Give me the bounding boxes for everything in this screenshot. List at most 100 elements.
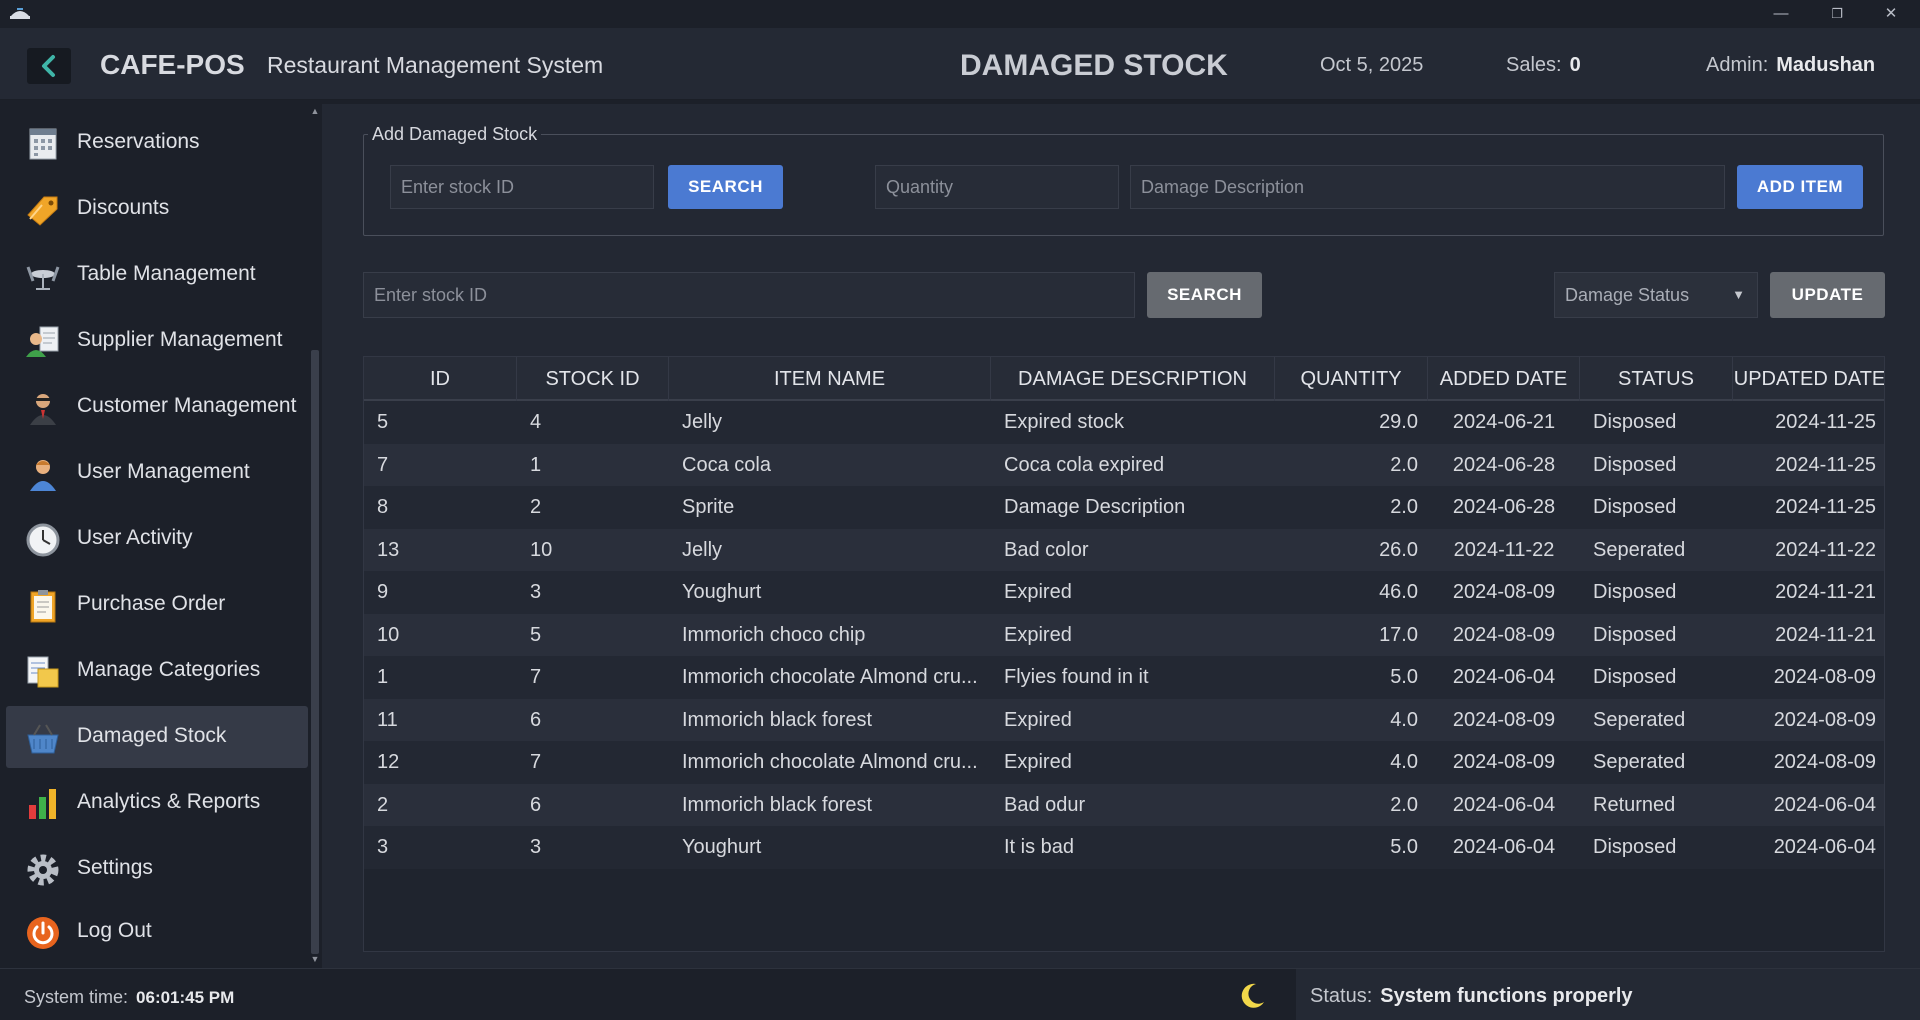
cell-id: 10: [377, 623, 400, 646]
update-stock-id-input[interactable]: [363, 272, 1135, 318]
sidebar-item-customer-management[interactable]: Customer Management: [6, 376, 308, 438]
sidebar-item-discounts[interactable]: Discounts: [6, 178, 308, 240]
moon-icon[interactable]: [1237, 981, 1267, 1011]
cell-damage-description: Expired: [1004, 623, 1072, 646]
sidebar-item-label: Manage Categories: [77, 658, 261, 681]
sidebar-item-label: Damaged Stock: [77, 724, 227, 747]
cell-updated-date: 2024-08-09: [1773, 666, 1876, 688]
restore-button[interactable]: ❐: [1814, 0, 1860, 28]
update-search-button[interactable]: SEARCH: [1147, 272, 1262, 318]
table-row[interactable]: 9 3 Youghurt Expired 46.0 2024-08-09 Disposed 2…: [364, 571, 1884, 614]
sidebar-scrollbar[interactable]: ▲ ▼: [310, 104, 320, 968]
column-header-stock-id[interactable]: STOCK ID: [517, 357, 669, 401]
cell-item-name: Immorich chocolate Almond cru...: [682, 666, 978, 688]
sidebar-item-analytics-reports[interactable]: Analytics & Reports: [6, 772, 308, 834]
column-header-quantity[interactable]: QUANTITY: [1275, 357, 1428, 401]
cell-quantity: 17.0: [1379, 623, 1418, 646]
column-header-id[interactable]: ID: [364, 357, 517, 401]
cell-quantity: 4.0: [1390, 708, 1418, 731]
close-button[interactable]: ✕: [1868, 0, 1914, 28]
scroll-down-icon[interactable]: ▼: [310, 954, 320, 966]
cell-stock-id: 4: [530, 411, 542, 433]
sidebar-item-supplier-management[interactable]: Supplier Management: [6, 310, 308, 372]
cell-status: Seperated: [1593, 708, 1686, 731]
sidebar-item-label: Supplier Management: [77, 328, 283, 351]
column-header-status[interactable]: STATUS: [1580, 357, 1733, 401]
sidebar-item-user-management[interactable]: User Management: [6, 442, 308, 504]
header-date: Oct 5, 2025: [1320, 54, 1424, 76]
system-time-value: 06:01:45 PM: [136, 988, 235, 1007]
damage-status-select[interactable]: Damage Status ▼: [1554, 272, 1758, 318]
quantity-input[interactable]: [875, 165, 1119, 209]
cell-updated-date: 2024-06-04: [1773, 793, 1876, 816]
cell-updated-date: 2024-06-04: [1773, 836, 1876, 858]
add-stock-id-input[interactable]: [390, 165, 654, 209]
table-row[interactable]: 3 3 Youghurt It is bad 5.0 2024-06-04 Disposed…: [364, 826, 1884, 869]
sidebar-item-label: User Management: [77, 460, 250, 483]
table-row[interactable]: 5 4 Jelly Expired stock 29.0 2024-06-21 Dispos…: [364, 401, 1884, 444]
add-item-button[interactable]: ADD ITEM: [1737, 165, 1863, 209]
cell-stock-id: 7: [530, 666, 542, 688]
column-header-damage-description[interactable]: DAMAGE DESCRIPTION: [991, 357, 1275, 401]
app-subtitle: Restaurant Management System: [267, 52, 604, 78]
sidebar-item-reservations[interactable]: Reservations: [6, 112, 308, 174]
sales-indicator: Sales: 0: [1506, 54, 1581, 77]
admin-label: Admin:: [1706, 54, 1769, 76]
add-damaged-stock-panel: Add Damaged Stock SEARCH ADD ITEM: [363, 124, 1884, 236]
cell-stock-id: 3: [530, 581, 542, 603]
cell-stock-id: 3: [530, 836, 542, 858]
sidebar: Reservations Discounts Table Management …: [0, 104, 322, 968]
table-header: ID STOCK ID ITEM NAME DAMAGE DESCRIPTION…: [364, 357, 1884, 401]
column-header-updated-date[interactable]: UPDATED DATE: [1733, 357, 1884, 401]
sidebar-item-manage-categories[interactable]: Manage Categories: [6, 640, 308, 702]
sidebar-item-label: Purchase Order: [77, 592, 226, 615]
cell-updated-date: 2024-08-09: [1773, 708, 1876, 731]
cell-item-name: Youghurt: [682, 836, 762, 858]
table-row[interactable]: 7 1 Coca cola Coca cola expired 2.0 2024-06-2…: [364, 443, 1884, 486]
cell-id: 12: [377, 751, 400, 773]
cell-quantity: 2.0: [1390, 453, 1418, 476]
back-button[interactable]: [27, 48, 71, 84]
cell-item-name: Jelly: [682, 538, 723, 561]
table-row[interactable]: 13 10 Jelly Bad color 26.0 2024-11-22 Seperate…: [364, 528, 1884, 571]
discount-tag-icon: [27, 196, 58, 226]
cell-item-name: Immorich black forest: [682, 708, 873, 731]
cell-id: 13: [377, 538, 400, 561]
table-icon: [26, 266, 60, 290]
chevron-down-icon: ▼: [1732, 287, 1745, 302]
cell-id: 1: [377, 666, 389, 688]
sidebar-item-label: Log Out: [77, 919, 152, 942]
table-row[interactable]: 2 6 Immorich black forest Bad odur 2.0 2024-0…: [364, 783, 1884, 826]
sidebar-item-log-out[interactable]: Log Out: [6, 901, 308, 963]
scrollbar-thumb[interactable]: [311, 350, 319, 954]
table-row[interactable]: 12 7 Immorich chocolate Almond cru... Expir…: [364, 741, 1884, 784]
minimize-button[interactable]: —: [1758, 0, 1804, 28]
sidebar-item-settings[interactable]: Settings: [6, 838, 308, 900]
damaged-basket-icon: [27, 724, 59, 754]
update-button[interactable]: UPDATE: [1770, 272, 1885, 318]
table-row[interactable]: 10 5 Immorich choco chip Expired 17.0 2024-08…: [364, 613, 1884, 656]
add-search-button[interactable]: SEARCH: [668, 165, 783, 209]
sidebar-item-damaged-stock[interactable]: Damaged Stock: [6, 706, 308, 768]
table-row[interactable]: 8 2 Sprite Damage Description 2.0 2024-06-28 D…: [364, 486, 1884, 529]
admin-indicator: Admin: Madushan: [1706, 54, 1875, 77]
cell-damage-description: Expired: [1004, 581, 1072, 603]
column-header-item-name[interactable]: ITEM NAME: [669, 357, 991, 401]
cell-added-date: 2024-08-09: [1452, 581, 1556, 603]
cell-damage-description: Expired: [1004, 751, 1072, 773]
cell-stock-id: 7: [530, 751, 542, 773]
cell-item-name: Immorich choco chip: [682, 623, 866, 646]
table-row[interactable]: 11 6 Immorich black forest Expired 4.0 2024-0…: [364, 698, 1884, 741]
cell-added-date: 2024-06-04: [1452, 836, 1556, 858]
sidebar-item-table-management[interactable]: Table Management: [6, 244, 308, 306]
damage-description-input[interactable]: [1130, 165, 1725, 209]
cell-item-name: Coca cola: [682, 453, 771, 476]
column-header-added-date[interactable]: ADDED DATE: [1428, 357, 1580, 401]
main-content: Add Damaged Stock SEARCH ADD ITEM SEARCH…: [322, 104, 1920, 968]
sidebar-item-label: Settings: [77, 856, 153, 879]
sidebar-item-purchase-order[interactable]: Purchase Order: [6, 574, 308, 636]
sidebar-item-user-activity[interactable]: User Activity: [6, 508, 308, 570]
brand-name: CAFE-POS: [100, 49, 245, 80]
table-row[interactable]: 1 7 Immorich chocolate Almond cru... Flyies…: [364, 656, 1884, 699]
scroll-up-icon[interactable]: ▲: [310, 106, 320, 118]
